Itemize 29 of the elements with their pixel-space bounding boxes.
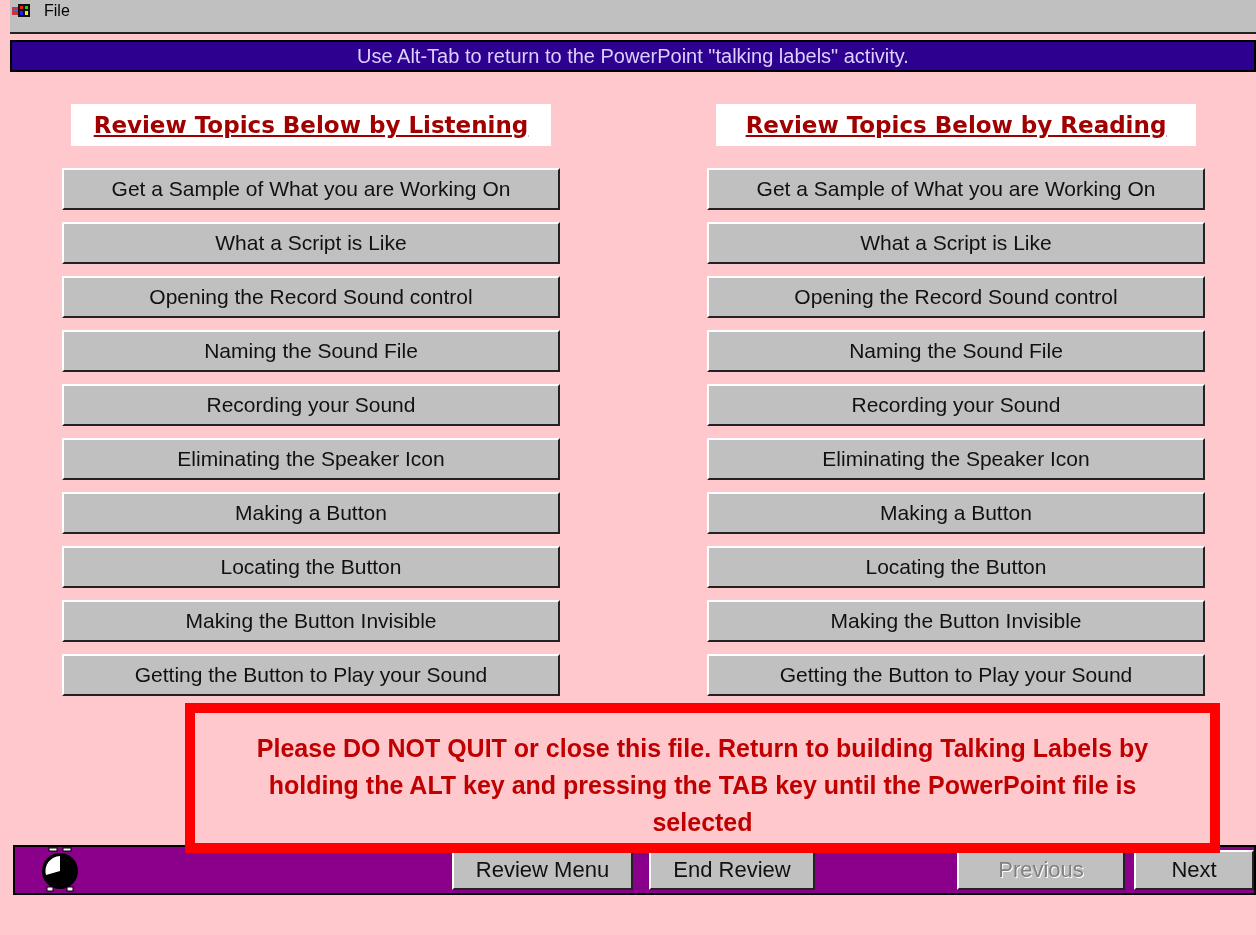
column-heading: Review Topics Below by Listening: [71, 104, 551, 146]
topic-button[interactable]: Opening the Record Sound control: [62, 276, 560, 318]
topic-button[interactable]: Recording your Sound: [707, 384, 1205, 426]
app-icon: [12, 4, 30, 18]
topic-button[interactable]: Get a Sample of What you are Working On: [62, 168, 560, 210]
nav-button[interactable]: Review Menu: [452, 850, 633, 890]
topic-button[interactable]: Eliminating the Speaker Icon: [707, 438, 1205, 480]
topic-button[interactable]: Opening the Record Sound control: [707, 276, 1205, 318]
topic-button[interactable]: What a Script is Like: [707, 222, 1205, 264]
topic-button[interactable]: Naming the Sound File: [62, 330, 560, 372]
column-heading: Review Topics Below by Reading: [716, 104, 1196, 146]
topic-button[interactable]: What a Script is Like: [62, 222, 560, 264]
nav-button[interactable]: End Review: [649, 850, 815, 890]
topic-button[interactable]: Locating the Button: [707, 546, 1205, 588]
topic-button[interactable]: Locating the Button: [62, 546, 560, 588]
topic-button[interactable]: Eliminating the Speaker Icon: [62, 438, 560, 480]
topic-button[interactable]: Recording your Sound: [62, 384, 560, 426]
topic-button[interactable]: Get a Sample of What you are Working On: [707, 168, 1205, 210]
banner: Use Alt-Tab to return to the PowerPoint "talking labels" activity.: [10, 40, 1256, 72]
topic-button[interactable]: Making a Button: [707, 492, 1205, 534]
menu-item[interactable]: File: [44, 2, 70, 20]
topic-button[interactable]: Naming the Sound File: [707, 330, 1205, 372]
topic-button[interactable]: Getting the Button to Play your Sound: [707, 654, 1205, 696]
warning-message: Please DO NOT QUIT or close this file. Return to building Talking Labels by holding the ALT key and pressing the TAB key until the PowerPoint file is selected: [185, 703, 1220, 853]
topic-button[interactable]: Getting the Button to Play your Sound: [62, 654, 560, 696]
topic-button[interactable]: Making the Button Invisible: [62, 600, 560, 642]
topic-button[interactable]: Making the Button Invisible: [707, 600, 1205, 642]
nav-button[interactable]: Next: [1134, 850, 1254, 890]
topic-button[interactable]: Making a Button: [62, 492, 560, 534]
